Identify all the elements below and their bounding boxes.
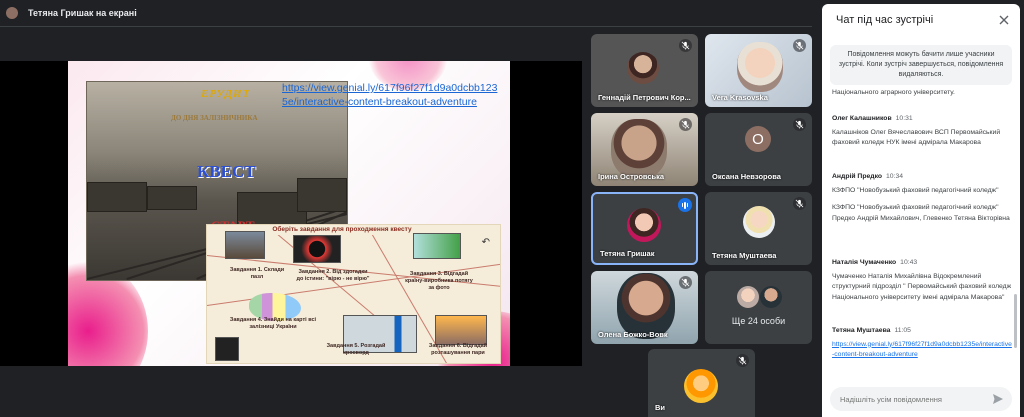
task-label-2[interactable]: Завдання 2. Від здогадки до істини: "вір… [295, 269, 371, 283]
message-sender: Тетяна Муштаева [832, 327, 891, 334]
divider [0, 26, 812, 27]
more-participants-label: Ще 24 особи [731, 316, 786, 326]
back-arrow-icon[interactable]: ↶ [482, 237, 490, 248]
participant-name: Олена Божко-Вовк [598, 330, 668, 339]
slide-brand: ЕРУДИТ [201, 88, 251, 100]
task-thumb[interactable] [215, 337, 239, 361]
chat-notice: Повідомлення можуть бачити лише учасники… [830, 45, 1012, 85]
participant-avatar [737, 286, 759, 308]
participant-video [611, 119, 667, 179]
task-label-1[interactable]: Завдання 1. Склади пазл [227, 267, 287, 281]
participant-avatar [627, 208, 661, 242]
wagon [297, 178, 347, 212]
participant-name: Геннадій Петрович Кор... [598, 93, 691, 102]
presenter-avatar [6, 7, 18, 19]
mic-off-icon [793, 197, 806, 210]
chat-message: Тетяна Муштаева 11:05 https://view.genial… [832, 326, 1012, 361]
message-sender: Олег Калашников [832, 115, 892, 122]
wagon [147, 186, 197, 210]
participant-tile[interactable]: О Оксана Невзорова [705, 113, 812, 186]
participant-tile[interactable]: Ірина Островська [591, 113, 698, 186]
message-time: 11:05 [894, 327, 911, 334]
mic-off-icon [736, 354, 749, 367]
participant-name: Оксана Невзорова [712, 172, 781, 181]
task-label-5[interactable]: Завдання 5. Розгадай кросворд [315, 343, 397, 357]
map-title: Оберіть завдання для проходження квесту [247, 225, 437, 235]
slide-subtitle: ДО ДНЯ ЗАЛІЗНИЧНИКА [171, 114, 258, 122]
self-tile[interactable]: Ви [648, 349, 755, 417]
slide-quest-title: КВЕСТ [197, 162, 256, 181]
task-thumb[interactable] [435, 315, 487, 345]
self-avatar [684, 369, 718, 403]
participant-tile[interactable]: Геннадій Петрович Кор... [591, 34, 698, 107]
task-label-3[interactable]: Завдання 3. Відгадай країну-виробника по… [403, 271, 475, 292]
chat-message-list[interactable]: Національного аграрного університету. Ол… [822, 84, 1020, 382]
presentation-bar: Тетяна Гришак на екрані [0, 0, 812, 26]
chat-title: Чат під час зустрічі [836, 14, 934, 26]
message-sender: Андрій Предко [832, 173, 883, 180]
message-text: КЗФПО "Новобузький фаховий педагогічний … [832, 204, 1010, 222]
chat-input[interactable] [840, 394, 986, 404]
mic-off-icon [679, 39, 692, 52]
mic-off-icon [679, 276, 692, 289]
chat-message: Наталія Чумаченко 10:43 Чумаченко Наталія… [832, 258, 1012, 303]
send-icon[interactable] [992, 393, 1004, 405]
message-fragment: Національного аграрного університету. [832, 89, 955, 96]
chat-scrollbar[interactable] [1014, 294, 1017, 348]
participant-name: Vera Krasovska [712, 93, 768, 102]
participant-video [627, 52, 659, 84]
participant-tile[interactable]: Vera Krasovska [705, 34, 812, 107]
participant-avatar [743, 206, 775, 238]
participant-video [737, 42, 783, 92]
wagon [87, 182, 147, 212]
chat-message: Олег Калашников 10:31 Калашніков Олег Вяч… [832, 114, 1012, 149]
participant-tile[interactable]: Олена Божко-Вовк [591, 271, 698, 344]
participant-tile[interactable]: Тетяна Муштаева [705, 192, 812, 265]
quest-map: Оберіть завдання для проходження квесту … [206, 224, 501, 364]
speaking-indicator-icon [678, 198, 692, 212]
message-text: Калашніков Олег Вячеславович ВСП Первома… [832, 128, 1001, 147]
task-label-4[interactable]: Завдання 4. Знайди на карті всі залізниц… [217, 317, 329, 331]
message-text: Чумаченко Наталія Михайлівна Відокремлен… [832, 272, 1012, 301]
participant-avatar [760, 286, 782, 308]
task-label-6[interactable]: Завдання 6. Відгадай розташування пари [419, 343, 497, 357]
message-text: КЗФПО "Новобузький фаховий педагогічний … [832, 186, 999, 194]
mic-off-icon [679, 118, 692, 131]
presentation-slide: ЕРУДИТ ДО ДНЯ ЗАЛІЗНИЧНИКА КВЕСТ СТАРТ h… [68, 61, 510, 366]
participant-name: Ви [655, 403, 666, 412]
message-time: 10:31 [895, 115, 913, 122]
chat-panel: Чат під час зустрічі Повідомлення можуть… [822, 4, 1020, 417]
participant-name: Тетяна Гришак [600, 249, 655, 258]
task-thumb[interactable] [225, 231, 265, 259]
mic-off-icon [793, 118, 806, 131]
mic-off-icon [793, 39, 806, 52]
slide-link[interactable]: https://view.genial.ly/617f96f27f1d9a0dc… [282, 81, 502, 109]
close-icon[interactable] [997, 13, 1011, 27]
task-thumb[interactable] [413, 233, 461, 259]
task-thumb[interactable] [293, 235, 341, 263]
chat-message: Андрій Предко 10:34 КЗФПО "Новобузький фа… [832, 172, 1012, 224]
more-participants-tile[interactable]: Ще 24 особи [705, 271, 812, 344]
chat-input-box[interactable] [830, 387, 1012, 411]
participant-name: Тетяна Муштаева [712, 251, 777, 260]
presentation-title: Тетяна Гришак на екрані [28, 8, 137, 18]
participant-tile-speaking[interactable]: Тетяна Гришак [591, 192, 698, 265]
message-time: 10:43 [900, 259, 918, 266]
message-link[interactable]: https://view.genial.ly/617f96f27f1d9a0dc… [832, 340, 1012, 361]
message-sender: Наталія Чумаченко [832, 259, 897, 266]
message-time: 10:34 [886, 173, 904, 180]
participant-initial-avatar: О [745, 126, 771, 152]
shared-screen: ЕРУДИТ ДО ДНЯ ЗАЛІЗНИЧНИКА КВЕСТ СТАРТ h… [0, 61, 582, 366]
participant-name: Ірина Островська [598, 172, 665, 181]
